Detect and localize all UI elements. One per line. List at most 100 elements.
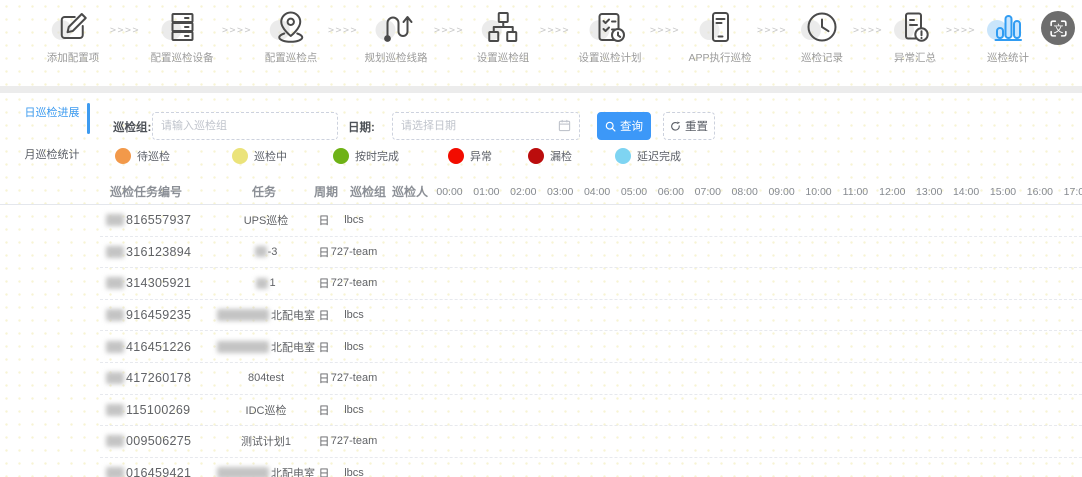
- redacted-text: [106, 245, 124, 258]
- redacted-text: [217, 340, 269, 353]
- table-row[interactable]: 916459235 北配电室日 lbcs: [100, 300, 1082, 332]
- hour-column-header: 07:00: [694, 186, 721, 198]
- hour-column-header: 08:00: [731, 186, 758, 198]
- server-icon: [161, 9, 200, 45]
- workflow-step-3[interactable]: 配置巡检点: [264, 9, 318, 65]
- cell-group: lbcs: [344, 214, 364, 227]
- workflow-step-10[interactable]: 巡检统计: [987, 9, 1029, 65]
- search-button[interactable]: 查询: [597, 112, 651, 140]
- cell-person: [388, 395, 432, 426]
- hour-column-header: 14:00: [952, 186, 980, 198]
- hour-column-header: 01:00: [473, 186, 500, 198]
- active-tab-indicator: [87, 103, 90, 134]
- table-row[interactable]: 416451226 北配电室日 lbcs: [100, 331, 1082, 363]
- redacted-text: [217, 309, 269, 322]
- legend-item: 巡检中: [232, 148, 287, 164]
- table-row[interactable]: 816557937 UPS巡检 日 lbcs: [100, 205, 1082, 237]
- cell-cycle: 日: [318, 404, 330, 417]
- step-arrow: >>>>: [756, 25, 788, 36]
- redacted-text: [106, 467, 124, 477]
- workflow-step-1[interactable]: 添加配置项: [47, 9, 99, 65]
- column-header: 任务: [251, 185, 276, 199]
- table-header: 巡检任务编号 任务 周期 巡检组 巡检人 00:00 01:00 02:00 03:00 04:0…: [0, 181, 1082, 205]
- table-row[interactable]: 016459421 北配电室日 lbcs: [100, 458, 1082, 477]
- hour-column-header: 06:00: [657, 186, 685, 198]
- step-label: 异常汇总: [894, 52, 936, 64]
- step-label: 规划巡检线路: [364, 52, 428, 64]
- cell-group: lbcs: [344, 309, 364, 322]
- cell-group: lbcs: [344, 467, 364, 477]
- step-label: 设置巡检计划: [578, 52, 642, 64]
- step-arrow: >>>>: [433, 25, 465, 36]
- calendar-icon[interactable]: [558, 119, 571, 137]
- group-filter-input[interactable]: [152, 112, 338, 140]
- legend-label: 巡检中: [254, 151, 287, 163]
- step-arrow: >>>>: [327, 25, 359, 36]
- cell-task: 测试计划1: [240, 436, 292, 449]
- cell-person: [388, 458, 432, 477]
- hour-column-header: 11:00: [842, 186, 869, 198]
- workflow-step-9[interactable]: 异常汇总: [894, 9, 936, 65]
- workflow-step-2[interactable]: 配置巡检设备: [151, 9, 214, 65]
- clock-icon: [801, 9, 840, 45]
- workflow-step-8[interactable]: 巡检记录: [801, 9, 843, 65]
- hour-column-header: 04:00: [583, 186, 611, 198]
- step-arrow: >>>>: [539, 25, 571, 36]
- edit-icon: [52, 9, 91, 45]
- legend-item: 漏检: [528, 148, 572, 164]
- sidebar-item-monthly-stats[interactable]: 月巡检统计: [10, 146, 94, 164]
- legend-dot: [333, 148, 349, 164]
- cell-group: 727-team: [330, 372, 378, 385]
- redacted-text: [106, 309, 124, 322]
- refresh-icon: [671, 120, 681, 131]
- column-header: 巡检人: [391, 185, 428, 199]
- legend-item: 按时完成: [333, 148, 399, 164]
- legend-item: 延迟完成: [615, 148, 681, 164]
- table-row[interactable]: 316123894 -3 日 727-team: [100, 237, 1082, 269]
- cell-cycle: 日: [318, 310, 330, 323]
- step-arrow: >>>>: [221, 25, 253, 36]
- step-label: APP执行巡检: [688, 52, 752, 64]
- cell-person: [388, 331, 432, 362]
- step-label: 配置巡检点: [264, 52, 318, 64]
- legend-dot: [448, 148, 464, 164]
- step-label: 设置巡检组: [476, 52, 530, 64]
- legend-label: 异常: [470, 151, 492, 163]
- hour-column-header: 03:00: [547, 186, 574, 198]
- hour-column-header: 16:00: [1026, 186, 1054, 198]
- workflow-step-5[interactable]: 设置巡检组: [476, 9, 530, 65]
- redacted-text: [254, 246, 267, 258]
- table-row[interactable]: 417260178 804test 日 727-team: [100, 363, 1082, 395]
- cell-group: 727-team: [330, 435, 378, 448]
- cell-group: lbcs: [344, 340, 364, 353]
- hour-column-header: 02:00: [510, 186, 537, 198]
- fullscreen-translate-button[interactable]: 文: [1041, 11, 1075, 45]
- step-label: 巡检统计: [987, 52, 1029, 64]
- workflow-step-6[interactable]: 设置巡检计划: [579, 9, 642, 65]
- table-row[interactable]: 115100269 IDC巡检 日 lbcs: [100, 395, 1082, 427]
- cell-task: 北配电室: [210, 300, 322, 331]
- table-row[interactable]: 314305921 1 日 727-team: [100, 268, 1082, 300]
- org-chart-icon: [482, 9, 521, 45]
- workflow-step-4[interactable]: 规划巡检线路: [365, 9, 428, 65]
- route-icon: [375, 9, 414, 45]
- translate-brackets-icon: 文: [1049, 19, 1067, 37]
- date-filter-input[interactable]: [392, 112, 580, 140]
- workflow-step-7[interactable]: APP执行巡检: [688, 9, 752, 65]
- reset-button[interactable]: 重置: [663, 112, 715, 140]
- table-row[interactable]: 009506275 测试计划1 日 727-team: [100, 426, 1082, 458]
- main-content: 日巡检进展 月巡检统计 巡检组: 日期: 查询: [0, 93, 1082, 477]
- hour-column-header: 10:00: [805, 186, 832, 198]
- sidebar-item-daily-progress[interactable]: 日巡检进展: [10, 104, 94, 122]
- cell-task-id: 417260178: [106, 363, 191, 394]
- alert-doc-icon: [894, 9, 933, 45]
- cell-task-id: 314305921: [106, 268, 191, 299]
- cell-task: 北配电室: [210, 458, 322, 477]
- cell-task-id: 416451226: [106, 331, 191, 362]
- legend-label: 漏检: [550, 151, 572, 163]
- step-arrow: >>>>: [649, 25, 681, 36]
- cell-task: 北配电室: [210, 331, 322, 362]
- column-header: 巡检任务编号: [110, 185, 183, 199]
- cell-person: [388, 268, 432, 299]
- cell-person: [388, 363, 432, 394]
